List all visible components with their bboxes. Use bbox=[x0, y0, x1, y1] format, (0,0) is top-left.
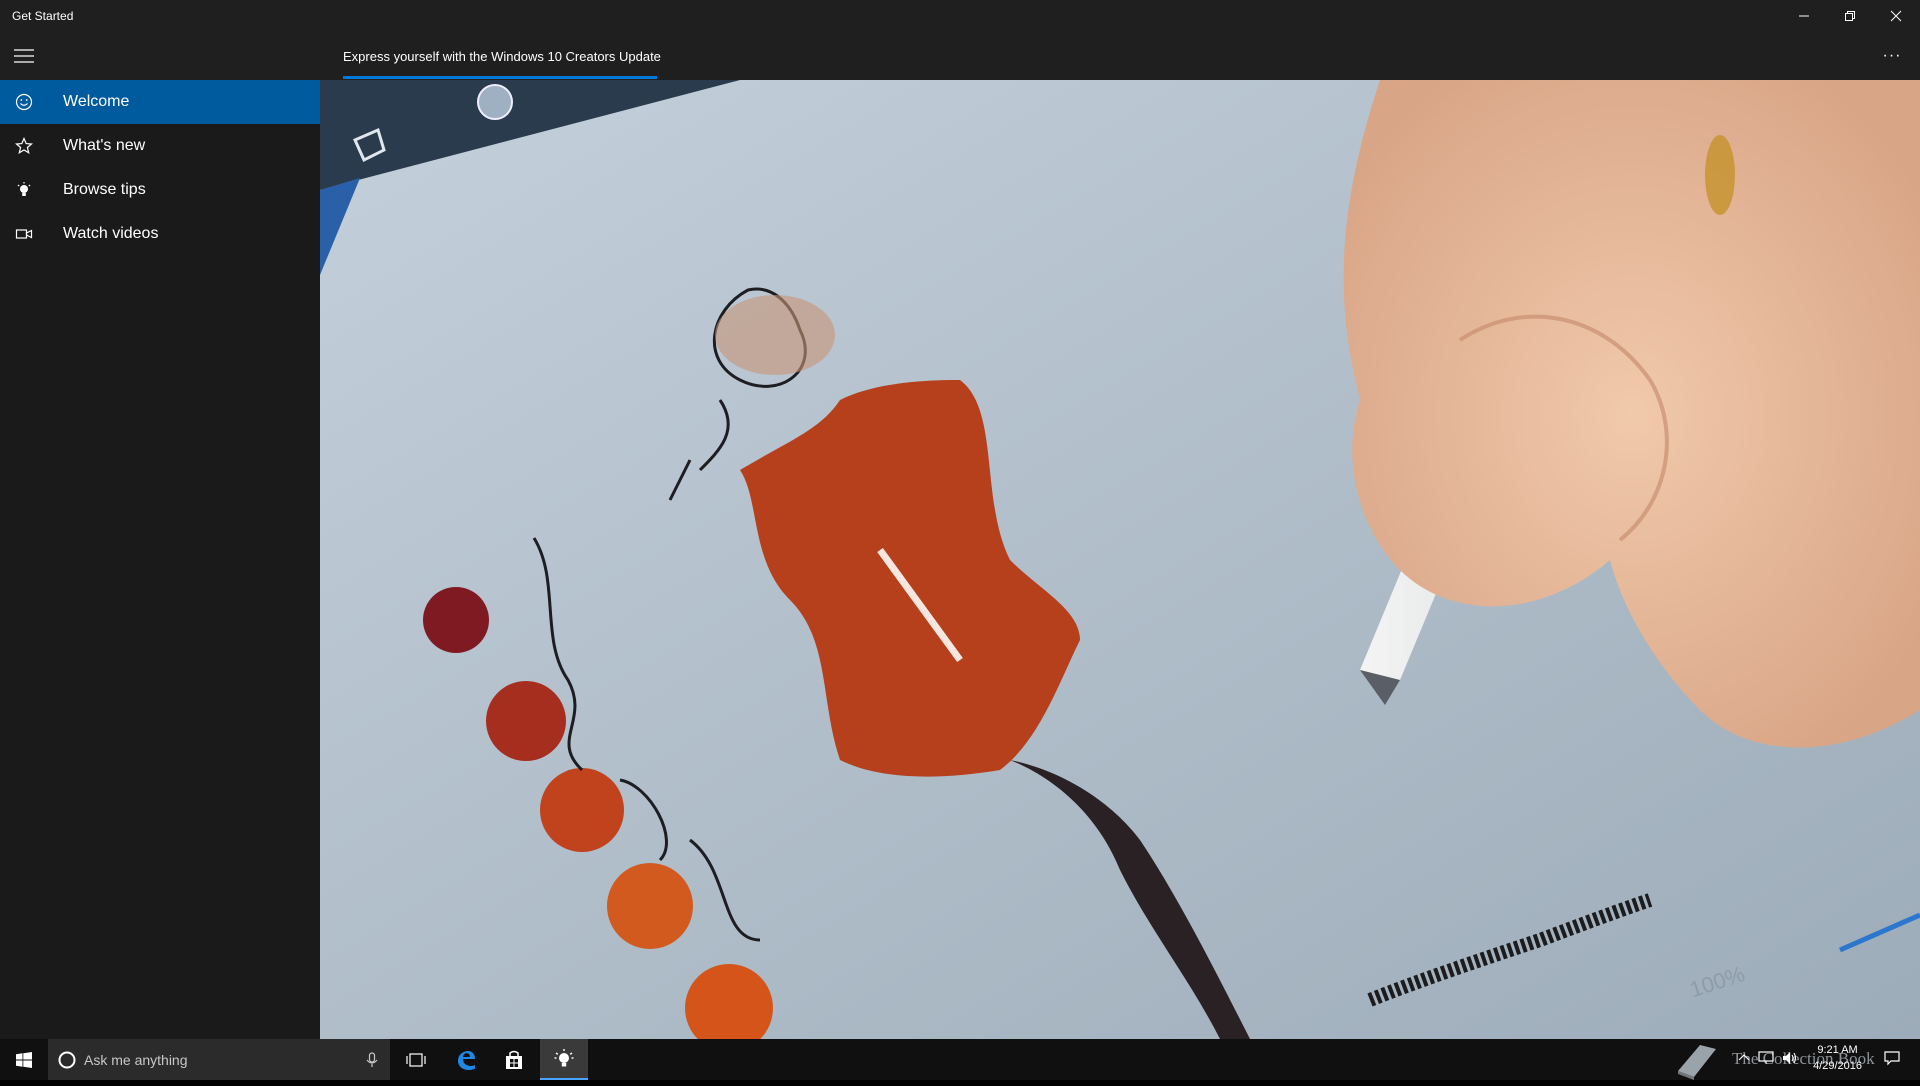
window-title: Get Started bbox=[12, 9, 74, 23]
video-still[interactable]: 100% bbox=[320, 80, 1920, 1039]
hamburger-icon bbox=[14, 49, 34, 63]
video-camera-icon bbox=[0, 212, 48, 256]
video-still-icon: 100% bbox=[320, 80, 1920, 1039]
clock[interactable]: 9:21 AM 4/29/2016 bbox=[1813, 1042, 1862, 1074]
cortana-circle-icon bbox=[58, 1051, 76, 1069]
chevron-up-icon[interactable] bbox=[1738, 1051, 1750, 1069]
windows-logo-icon bbox=[16, 1051, 32, 1068]
lightbulb-icon bbox=[554, 1048, 574, 1066]
sidebar-item-label: Welcome bbox=[63, 93, 130, 110]
microphone-icon[interactable] bbox=[366, 1051, 378, 1068]
network-icon[interactable] bbox=[1758, 1051, 1774, 1070]
sidebar-item-label: Browse tips bbox=[63, 181, 146, 198]
app-header: Express yourself with the Windows 10 Cre… bbox=[0, 32, 1920, 80]
smiley-icon bbox=[0, 80, 48, 124]
edge-icon bbox=[458, 1050, 475, 1070]
sidebar-item-label: Watch videos bbox=[63, 225, 159, 242]
sidebar-item-welcome[interactable]: Welcome bbox=[0, 80, 320, 124]
get-started-taskbar-button[interactable] bbox=[540, 1039, 588, 1080]
sidebar-item-browse-tips[interactable]: Browse tips bbox=[0, 168, 320, 212]
task-view-icon bbox=[406, 1052, 426, 1067]
sidebar-item-whats-new[interactable]: What's new bbox=[0, 124, 320, 168]
book-logo-icon bbox=[1670, 1041, 1722, 1086]
minimize-button[interactable] bbox=[1781, 0, 1827, 32]
search-placeholder: Ask me anything bbox=[84, 1051, 188, 1068]
store-icon bbox=[506, 1050, 522, 1069]
task-view-button[interactable] bbox=[392, 1039, 440, 1080]
sidebar-item-watch-videos[interactable]: Watch videos bbox=[0, 212, 320, 256]
store-button[interactable] bbox=[490, 1039, 538, 1080]
lightbulb-icon bbox=[0, 168, 48, 212]
restore-button[interactable] bbox=[1827, 0, 1873, 32]
action-center-icon[interactable] bbox=[1884, 1050, 1900, 1071]
minimize-icon bbox=[1799, 15, 1809, 17]
sidebar-item-label: What's new bbox=[63, 137, 146, 154]
restore-icon bbox=[1845, 11, 1855, 21]
start-button[interactable] bbox=[0, 1039, 48, 1080]
tab-creators-update[interactable]: Express yourself with the Windows 10 Cre… bbox=[343, 49, 661, 64]
cortana-search[interactable]: Ask me anything bbox=[48, 1039, 390, 1080]
close-icon bbox=[1890, 10, 1902, 22]
sidebar-nav: Welcome What's new Browse tips Watch vid… bbox=[0, 80, 320, 1039]
tab-selected-indicator bbox=[343, 76, 657, 79]
star-icon bbox=[0, 124, 48, 168]
hamburger-button[interactable] bbox=[8, 38, 40, 74]
title-bar: Get Started bbox=[0, 0, 1920, 32]
more-options-button[interactable]: ··· bbox=[1872, 38, 1912, 74]
clock-date: 4/29/2016 bbox=[1813, 1060, 1862, 1072]
edge-button[interactable] bbox=[442, 1039, 490, 1080]
clock-time: 9:21 AM bbox=[1817, 1044, 1858, 1056]
close-button[interactable] bbox=[1873, 0, 1919, 32]
volume-icon[interactable] bbox=[1782, 1051, 1798, 1070]
taskbar: Ask me anything The Collection Book 9:21… bbox=[0, 1039, 1920, 1080]
